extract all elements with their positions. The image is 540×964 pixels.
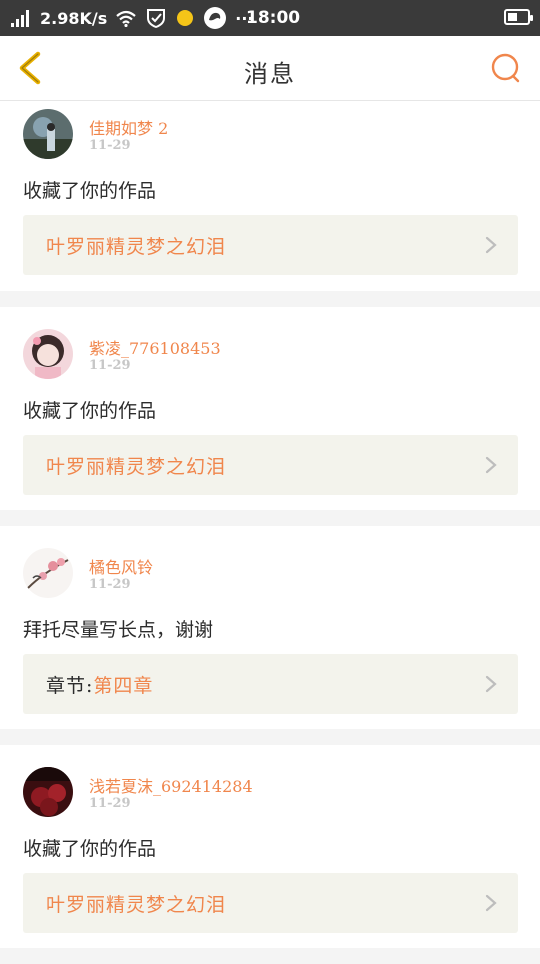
link-title: 叶罗丽精灵梦之幻泪 <box>46 894 227 916</box>
avatar[interactable] <box>23 548 73 598</box>
chevron-right-icon <box>485 894 497 912</box>
message-date: 11-29 <box>89 796 131 811</box>
username[interactable]: 佳期如梦 2 <box>89 115 168 139</box>
status-left: 2.98K/s ··· <box>10 6 253 30</box>
username[interactable]: 浅若夏沫_692414284 <box>89 773 253 797</box>
app-notification-icon <box>204 7 227 29</box>
signal-icon <box>11 10 29 27</box>
work-link[interactable]: 叶罗丽精灵梦之幻泪 <box>23 215 518 275</box>
search-icon[interactable] <box>490 52 522 84</box>
link-title: 第四章 <box>93 675 154 697</box>
status-bar: 2.98K/s ··· 18:00 <box>0 0 540 36</box>
username[interactable]: 橘色风铃 <box>89 554 153 578</box>
chapter-link[interactable]: 章节:第四章 <box>23 654 518 714</box>
chevron-right-icon <box>485 456 497 474</box>
avatar-image <box>23 767 73 817</box>
link-prefix: 章节: <box>46 675 94 697</box>
message-date: 11-29 <box>89 138 131 153</box>
network-speed: 2.98K/s <box>40 8 108 28</box>
message-card: 紫凌_776108453 11-29 收藏了你的作品 叶罗丽精灵梦之幻泪 <box>0 307 540 510</box>
message-text: 收藏了你的作品 <box>23 400 157 422</box>
work-link-label: 叶罗丽精灵梦之幻泪 <box>46 232 226 259</box>
message-card: 浅若夏沫_692414284 11-29 收藏了你的作品 叶罗丽精灵梦之幻泪 <box>0 745 540 948</box>
work-link-label: 叶罗丽精灵梦之幻泪 <box>46 890 226 917</box>
status-time: 18:00 <box>246 8 301 28</box>
chevron-right-icon <box>485 236 497 254</box>
message-card: 橘色风铃 11-29 拜托尽量写长点，谢谢 章节:第四章 <box>0 526 540 729</box>
avatar[interactable] <box>23 109 73 159</box>
avatar-image <box>23 109 73 159</box>
avatar-image <box>23 329 73 379</box>
shield-check-icon <box>147 9 166 28</box>
work-link-label: 叶罗丽精灵梦之幻泪 <box>46 452 226 479</box>
link-title: 叶罗丽精灵梦之幻泪 <box>46 236 227 258</box>
message-date: 11-29 <box>89 577 131 592</box>
notification-dot-icon <box>177 10 194 26</box>
app-header: 消息 <box>0 36 540 101</box>
message-text: 收藏了你的作品 <box>23 838 157 860</box>
page-title: 消息 <box>244 60 296 88</box>
message-list: 佳期如梦 2 11-29 收藏了你的作品 叶罗丽精灵梦之幻泪 紫凌_776108… <box>0 101 540 964</box>
message-text: 拜托尽量写长点，谢谢 <box>23 619 214 641</box>
message-card: 佳期如梦 2 11-29 收藏了你的作品 叶罗丽精灵梦之幻泪 <box>0 101 540 291</box>
message-date: 11-29 <box>89 358 131 373</box>
battery-icon <box>504 9 533 25</box>
work-link[interactable]: 叶罗丽精灵梦之幻泪 <box>23 873 518 933</box>
avatar[interactable] <box>23 767 73 817</box>
avatar[interactable] <box>23 329 73 379</box>
chevron-right-icon <box>485 675 497 693</box>
wifi-icon <box>116 10 136 27</box>
link-title: 叶罗丽精灵梦之幻泪 <box>46 456 227 478</box>
chapter-link-label: 章节:第四章 <box>46 671 153 698</box>
message-text: 收藏了你的作品 <box>23 180 157 202</box>
username[interactable]: 紫凌_776108453 <box>89 335 221 359</box>
work-link[interactable]: 叶罗丽精灵梦之幻泪 <box>23 435 518 495</box>
avatar-image <box>23 548 73 598</box>
